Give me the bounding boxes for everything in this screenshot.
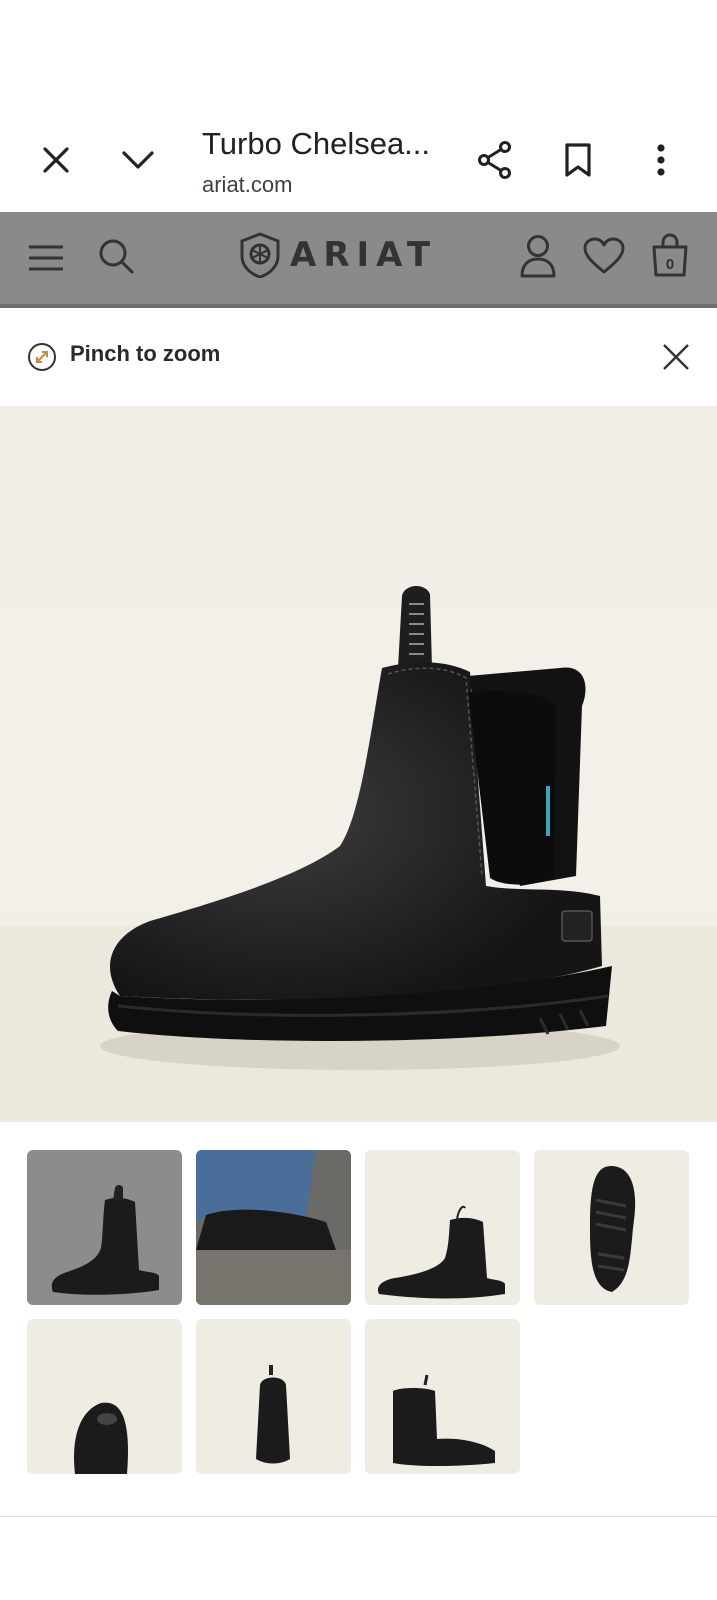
site-header: ARIAT 0: [0, 212, 717, 308]
thumbnail-3[interactable]: [365, 1150, 520, 1305]
chevron-down-icon[interactable]: [110, 132, 166, 188]
pinch-zoom-icon: [27, 342, 57, 372]
brand-name: ARIAT: [290, 235, 438, 275]
cart-icon[interactable]: 0: [650, 230, 690, 280]
thumbnail-4[interactable]: [534, 1150, 689, 1305]
divider: [0, 1516, 717, 1517]
zoom-header: Pinch to zoom: [0, 308, 717, 406]
account-icon[interactable]: [518, 232, 558, 280]
ariat-horse-icon: [240, 232, 280, 278]
browser-toolbar: Turbo Chelsea... ariat.com: [0, 110, 717, 212]
search-icon[interactable]: [96, 234, 136, 278]
cart-count: 0: [666, 256, 674, 273]
status-bar: [0, 0, 717, 110]
more-vert-icon[interactable]: [633, 132, 689, 188]
close-zoom-icon[interactable]: [660, 341, 692, 373]
page-title[interactable]: Turbo Chelsea...: [202, 126, 430, 162]
page-url[interactable]: ariat.com: [202, 172, 292, 198]
thumbnail-7[interactable]: [365, 1319, 520, 1474]
menu-icon[interactable]: [26, 238, 66, 278]
thumbnail-2[interactable]: [196, 1150, 351, 1305]
heart-icon[interactable]: [582, 234, 626, 278]
bookmark-icon[interactable]: [550, 132, 606, 188]
thumbnail-5[interactable]: [27, 1319, 182, 1474]
thumbnail-6[interactable]: [196, 1319, 351, 1474]
chelsea-boot-image: [0, 585, 717, 1122]
close-icon[interactable]: [28, 132, 84, 188]
product-image-main[interactable]: [0, 406, 717, 1122]
pinch-to-zoom-label: Pinch to zoom: [70, 341, 221, 366]
share-icon[interactable]: [467, 132, 523, 188]
brand-logo[interactable]: ARIAT: [238, 232, 437, 278]
thumbnail-1[interactable]: [27, 1150, 182, 1305]
